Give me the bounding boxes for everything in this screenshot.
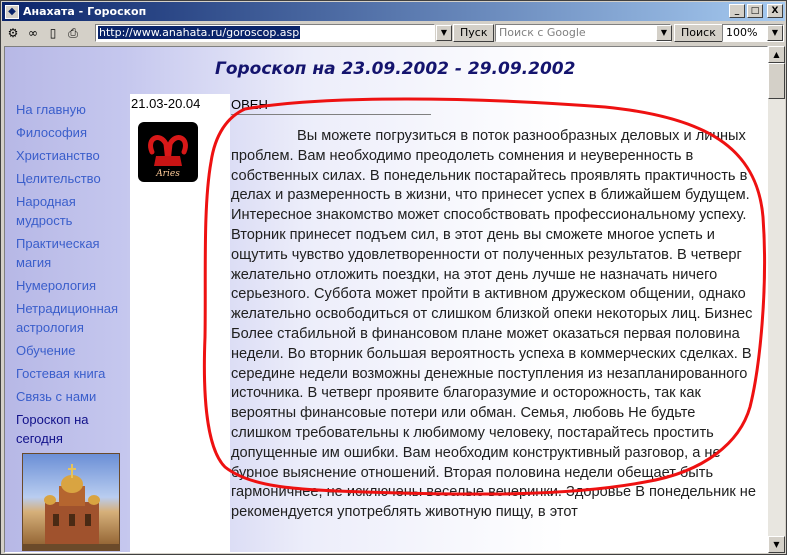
print-icon[interactable]: ⎙ [64, 24, 82, 42]
toolbar: ⚙ ∞ ▯ ⎙ http://www.anahata.ru/goroscop.a… [2, 22, 785, 44]
sidebar-item-practical-magic[interactable]: Практическая магия [16, 234, 131, 272]
search-dropdown-icon[interactable]: ▼ [656, 25, 672, 41]
window-controls: _ □ X [729, 4, 783, 18]
zodiac-column: 21.03-20.04 Aries [130, 94, 230, 552]
sidebar-item-guestbook[interactable]: Гостевая книга [16, 364, 131, 383]
sidebar-item-numerology[interactable]: Нумерология [16, 276, 131, 295]
sidebar-item-home[interactable]: На главную [16, 100, 131, 119]
address-input[interactable]: http://www.anahata.ru/goroscop.asp [95, 24, 435, 42]
sign-dates: 21.03-20.04 [131, 96, 201, 111]
sidebar-nav: На главную Философия Христианство Целите… [16, 100, 131, 452]
browser-window: ◆ Анахата - Гороскоп _ □ X ⚙ ∞ ▯ ⎙ http:… [0, 0, 787, 555]
sidebar-item-astrology[interactable]: Нетрадиционная астрология [16, 299, 131, 337]
page-title: Гороскоп на 23.09.2002 - 29.09.2002 [215, 59, 576, 79]
page-viewport: Гороскоп на 23.09.2002 - 29.09.2002 На г… [4, 46, 768, 553]
search-button[interactable]: Поиск [674, 24, 723, 42]
aries-label: Aries [156, 169, 180, 179]
window-title: Анахата - Гороскоп [23, 5, 147, 18]
horoscope-text: Вы можете погрузиться в поток разнообраз… [231, 128, 756, 521]
scroll-up-icon[interactable]: ▲ [768, 46, 785, 63]
document-icon[interactable]: ▯ [44, 24, 62, 42]
address-dropdown-icon[interactable]: ▼ [436, 25, 452, 41]
church-icon [23, 464, 119, 550]
sign-underline [231, 114, 431, 115]
aries-symbol: Aries [138, 122, 198, 182]
app-icon: ◆ [5, 4, 19, 19]
scroll-down-icon[interactable]: ▼ [768, 536, 785, 553]
church-image[interactable] [22, 453, 120, 551]
sidebar-item-philosophy[interactable]: Философия [16, 123, 131, 142]
zoom-dropdown-icon[interactable]: ▼ [767, 25, 783, 41]
sidebar-item-healing[interactable]: Целительство [16, 169, 131, 188]
scroll-thumb[interactable] [768, 63, 785, 99]
minimize-button[interactable]: _ [729, 4, 745, 18]
sidebar-item-contact[interactable]: Связь с нами [16, 387, 131, 406]
search-input[interactable]: Поиск с Google [495, 24, 671, 42]
maximize-button[interactable]: □ [747, 4, 763, 18]
sign-name: ОВЕН [231, 97, 268, 112]
sidebar-item-folk-wisdom[interactable]: Народная мудрость [16, 192, 131, 230]
settings-icon[interactable]: ⚙ [4, 24, 22, 42]
title-bar[interactable]: ◆ Анахата - Гороскоп _ □ X [2, 2, 785, 21]
close-button[interactable]: X [767, 4, 783, 18]
sidebar-item-horoscope-today[interactable]: Гороскоп на сегодня [16, 410, 131, 448]
vertical-scrollbar[interactable]: ▲ ▼ [768, 46, 785, 553]
link-icon[interactable]: ∞ [24, 24, 42, 42]
sidebar-item-education[interactable]: Обучение [16, 341, 131, 360]
go-button[interactable]: Пуск [453, 24, 495, 42]
sidebar-item-christianity[interactable]: Христианство [16, 146, 131, 165]
